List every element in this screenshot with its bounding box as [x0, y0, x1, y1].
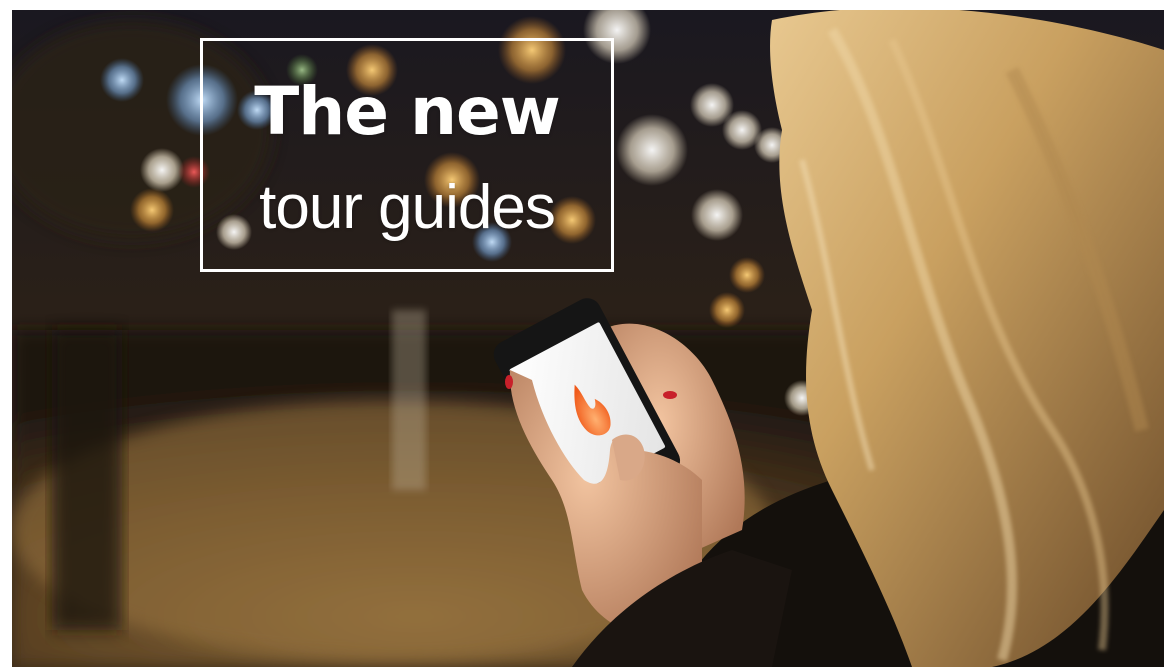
headline-line-2: tour guides — [259, 173, 556, 242]
hero-banner: The new tour guides — [0, 0, 1164, 667]
headline-line-1: The new — [254, 73, 560, 150]
hero-photo: The new tour guides — [12, 10, 1164, 667]
headline-box: The new tour guides — [200, 38, 614, 272]
